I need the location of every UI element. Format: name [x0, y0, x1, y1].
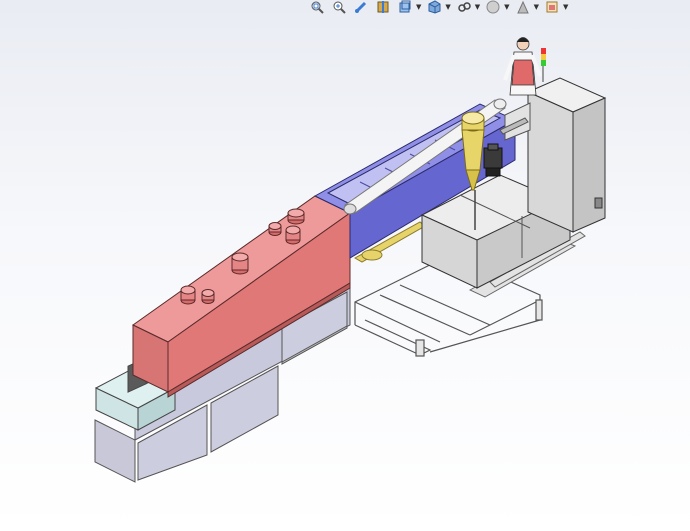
exhaust-port [268, 222, 282, 236]
control-cabinet [526, 77, 607, 233]
exhaust-port [201, 289, 215, 304]
model-viewport[interactable] [0, 0, 690, 531]
signal-tower-light [541, 48, 546, 82]
exhaust-port [287, 208, 305, 225]
operator-figure [503, 37, 542, 96]
exhaust-port [180, 285, 196, 305]
exhaust-port [231, 252, 249, 275]
pump-motor [483, 143, 503, 177]
exhaust-port [285, 225, 301, 245]
